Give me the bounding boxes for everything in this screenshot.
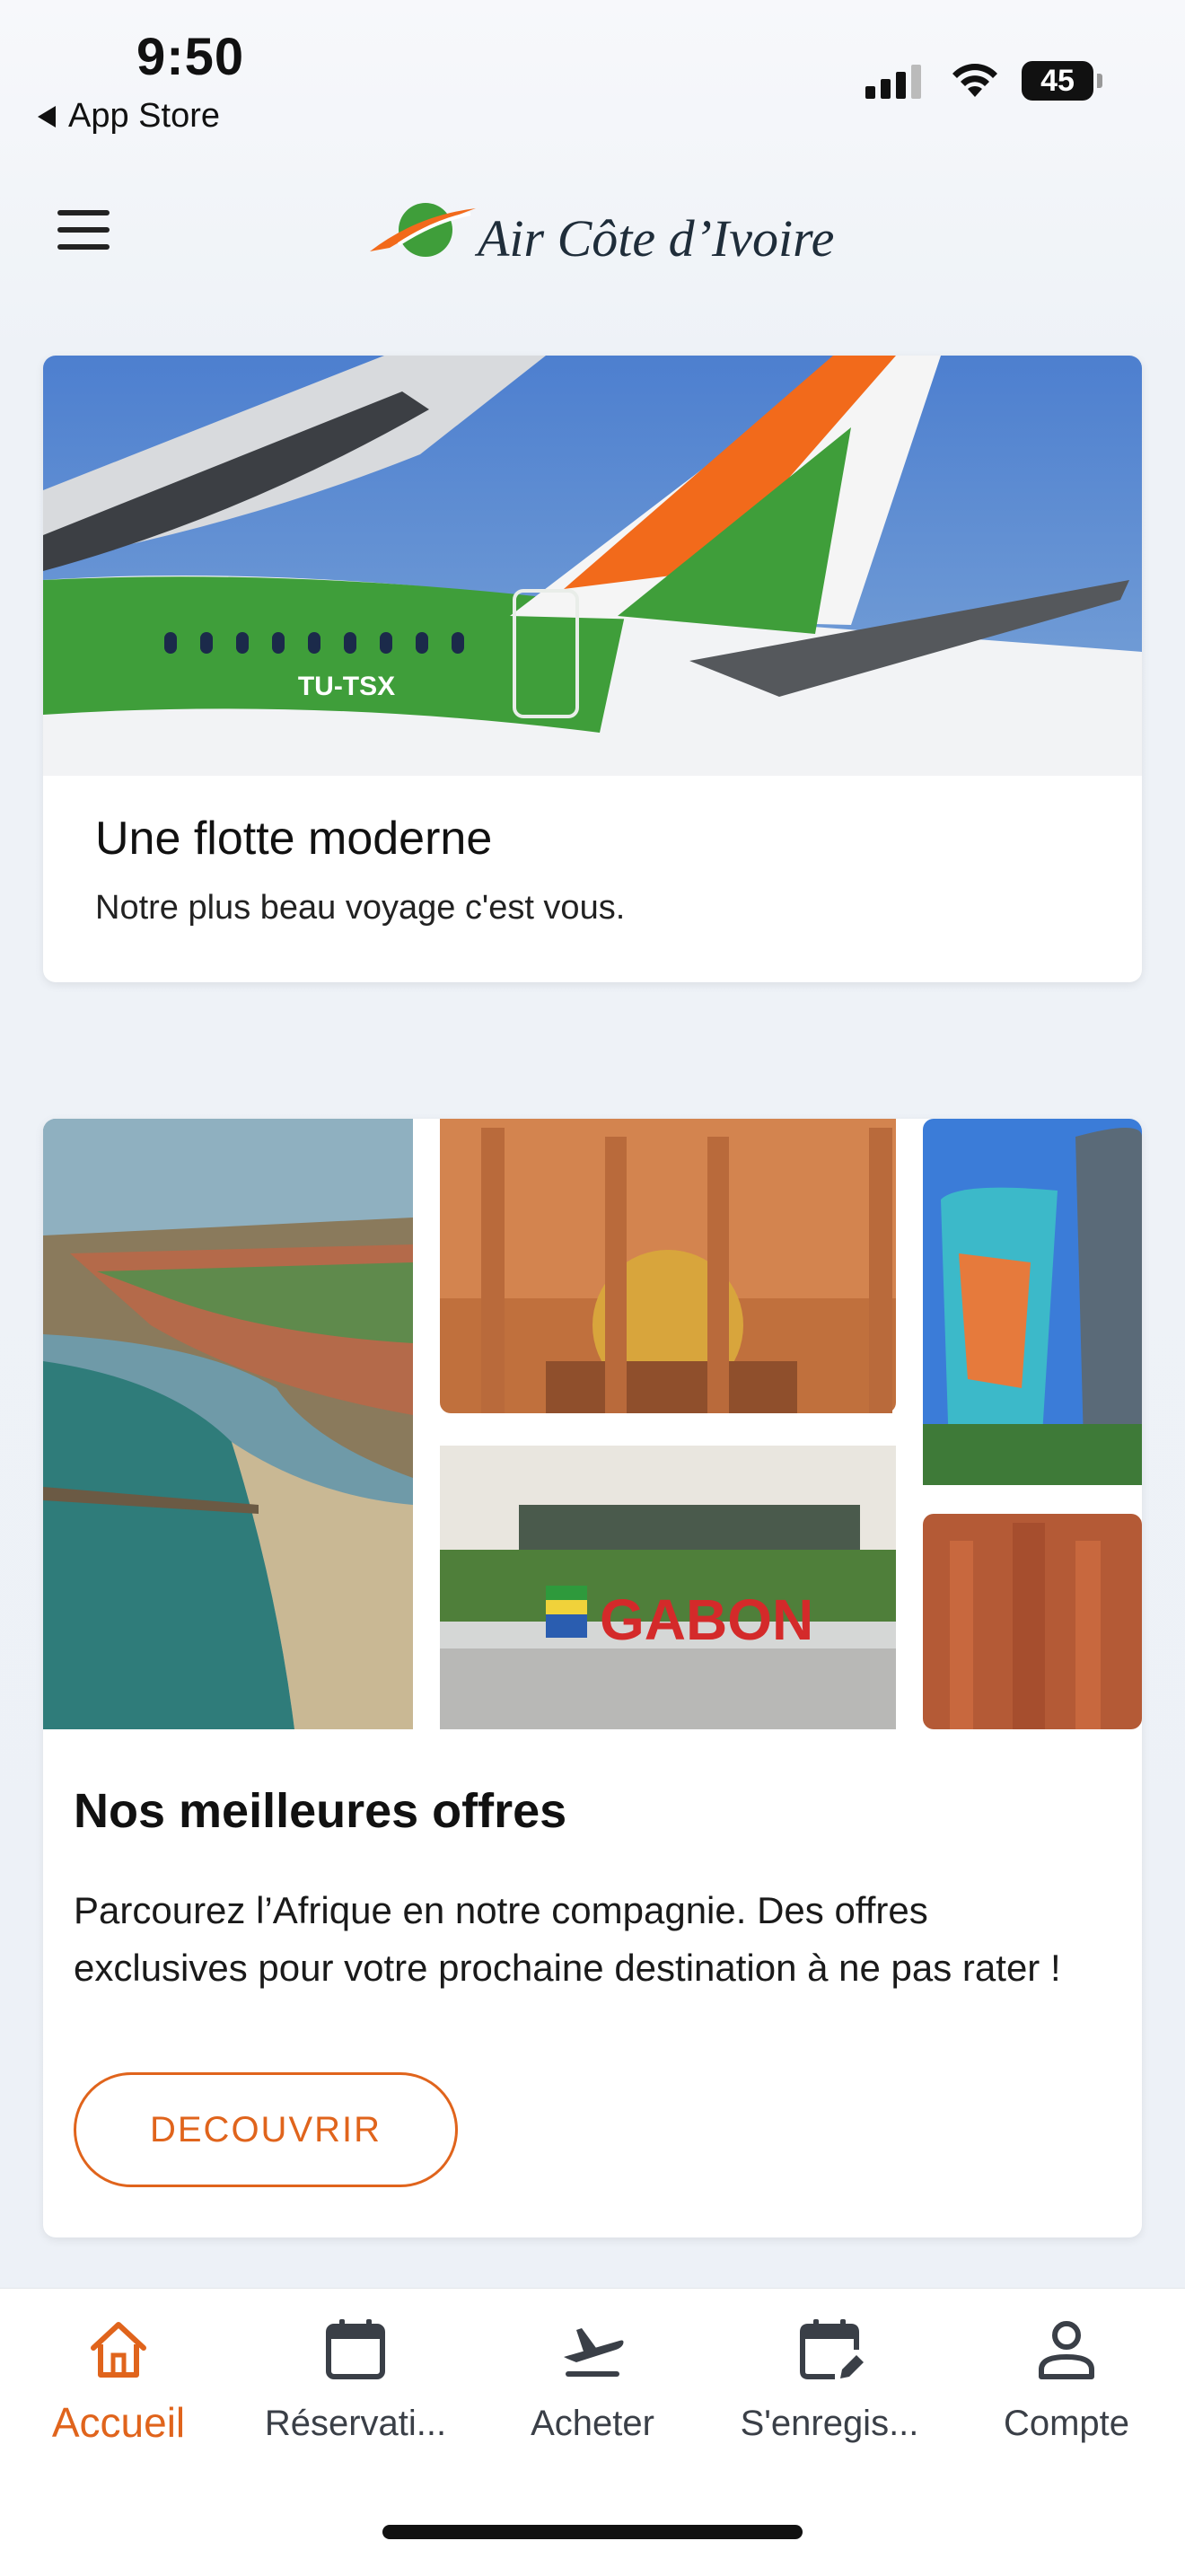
tab-checkin[interactable]: S'enregis... [722,2314,937,2444]
home-icon [91,2322,146,2378]
tab-label: Réservati... [264,2404,447,2443]
battery-icon: 45 [1022,61,1093,101]
tab-account[interactable]: Compte [959,2314,1174,2444]
tab-label: Compte [1003,2404,1130,2443]
fleet-card-title: Une flotte moderne [95,813,493,865]
gabon-sign-text: GABON [600,1587,813,1652]
back-arrow-icon [38,105,56,127]
fleet-card-subtitle: Notre plus beau voyage c'est vous. [95,889,626,927]
back-to-app-store[interactable]: App Store [38,97,220,136]
tab-label: Accueil [51,2399,186,2446]
logo-emblem-icon [370,203,476,257]
battery-tip [1097,74,1102,88]
home-indicator[interactable] [382,2525,803,2539]
offers-card-description: Parcourez l’Afrique en notre compagnie. … [74,1889,1061,1989]
back-app-label: App Store [68,97,220,135]
app-screen: 9:50 App Store 45 Air Côte d’Ivoire TU-T… [0,0,1185,2576]
calendar-edit-icon [800,2319,864,2379]
fleet-card[interactable]: TU-TSX Une flotte moderne Notre plus bea… [43,356,1142,982]
offers-card-title: Nos meilleures offres [74,1784,567,1838]
tab-label: Acheter [531,2404,654,2443]
offers-card[interactable]: GABON Nos meilleures offres Parcourez l’… [43,1119,1142,2238]
calendar-icon [326,2319,385,2379]
discover-button[interactable]: DECOUVRIR [74,2072,458,2187]
hamburger-menu-icon[interactable] [57,210,110,250]
aircraft-photo: TU-TSX [43,356,1142,776]
tab-reservations[interactable]: Réservati... [248,2314,463,2444]
tab-buy[interactable]: Acheter [485,2314,700,2444]
status-time: 9:50 [136,28,245,86]
tab-home[interactable]: Accueil [11,2314,226,2447]
plane-departure-icon [564,2328,624,2377]
wifi-icon [952,64,997,97]
aircraft-registration: TU-TSX [298,672,395,701]
destinations-collage: GABON [43,1119,1142,1729]
airline-logo: Air Côte d’Ivoire [363,189,834,278]
logo-text: Air Côte d’Ivoire [478,209,835,268]
tab-label: S'enregis... [740,2404,919,2443]
user-icon [1039,2321,1094,2379]
cellular-signal-icon [865,65,921,99]
